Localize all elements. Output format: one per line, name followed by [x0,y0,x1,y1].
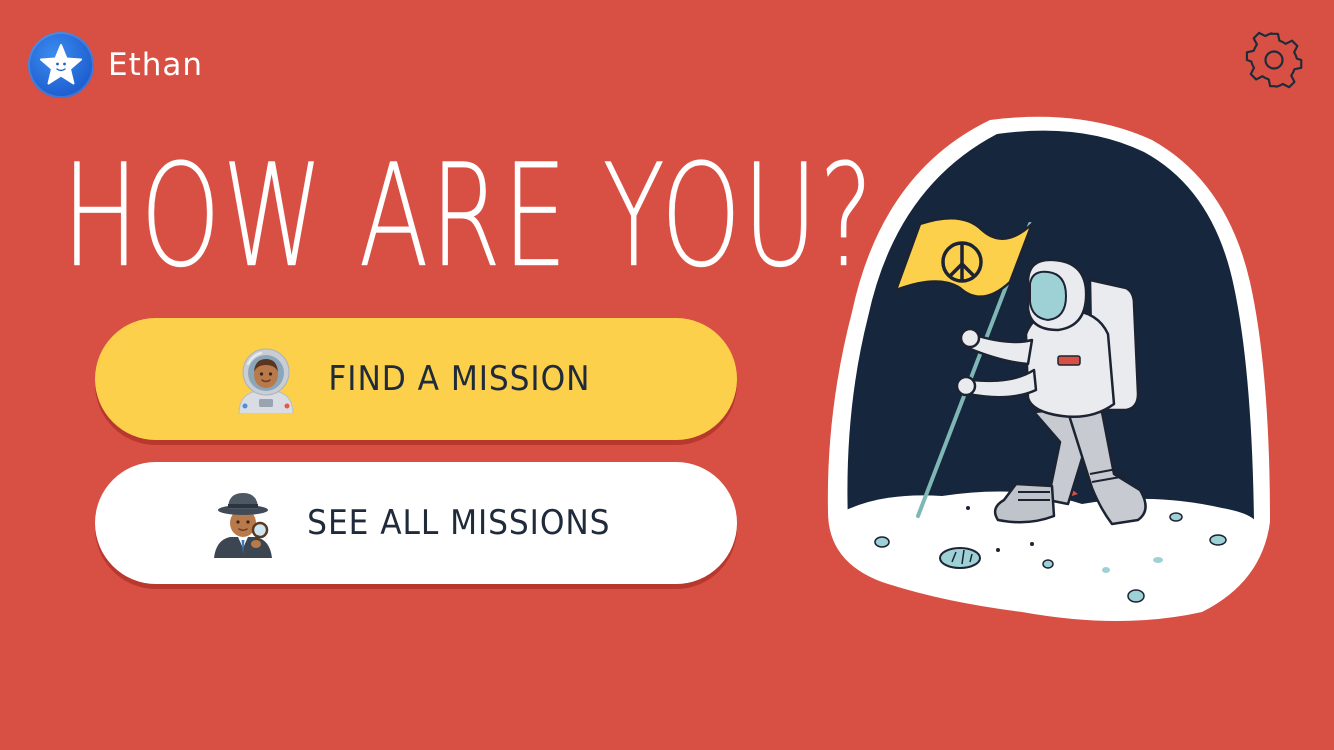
astronaut-emoji-icon [238,348,294,414]
detective-emoji-icon [214,493,273,558]
star-face-icon [28,32,94,98]
find-mission-label: FIND A MISSION [327,359,591,399]
user-profile[interactable]: Ethan [28,32,203,98]
find-mission-button[interactable]: FIND A MISSION [95,318,737,440]
page-title: HOW ARE YOU? [62,134,875,299]
astronaut-moon-flag-illustration [827,116,1270,622]
gear-icon[interactable] [1244,30,1304,90]
username-label: Ethan [108,47,204,83]
see-all-missions-label: SEE ALL MISSIONS [307,503,611,543]
see-all-missions-button[interactable]: SEE ALL MISSIONS [95,462,737,584]
